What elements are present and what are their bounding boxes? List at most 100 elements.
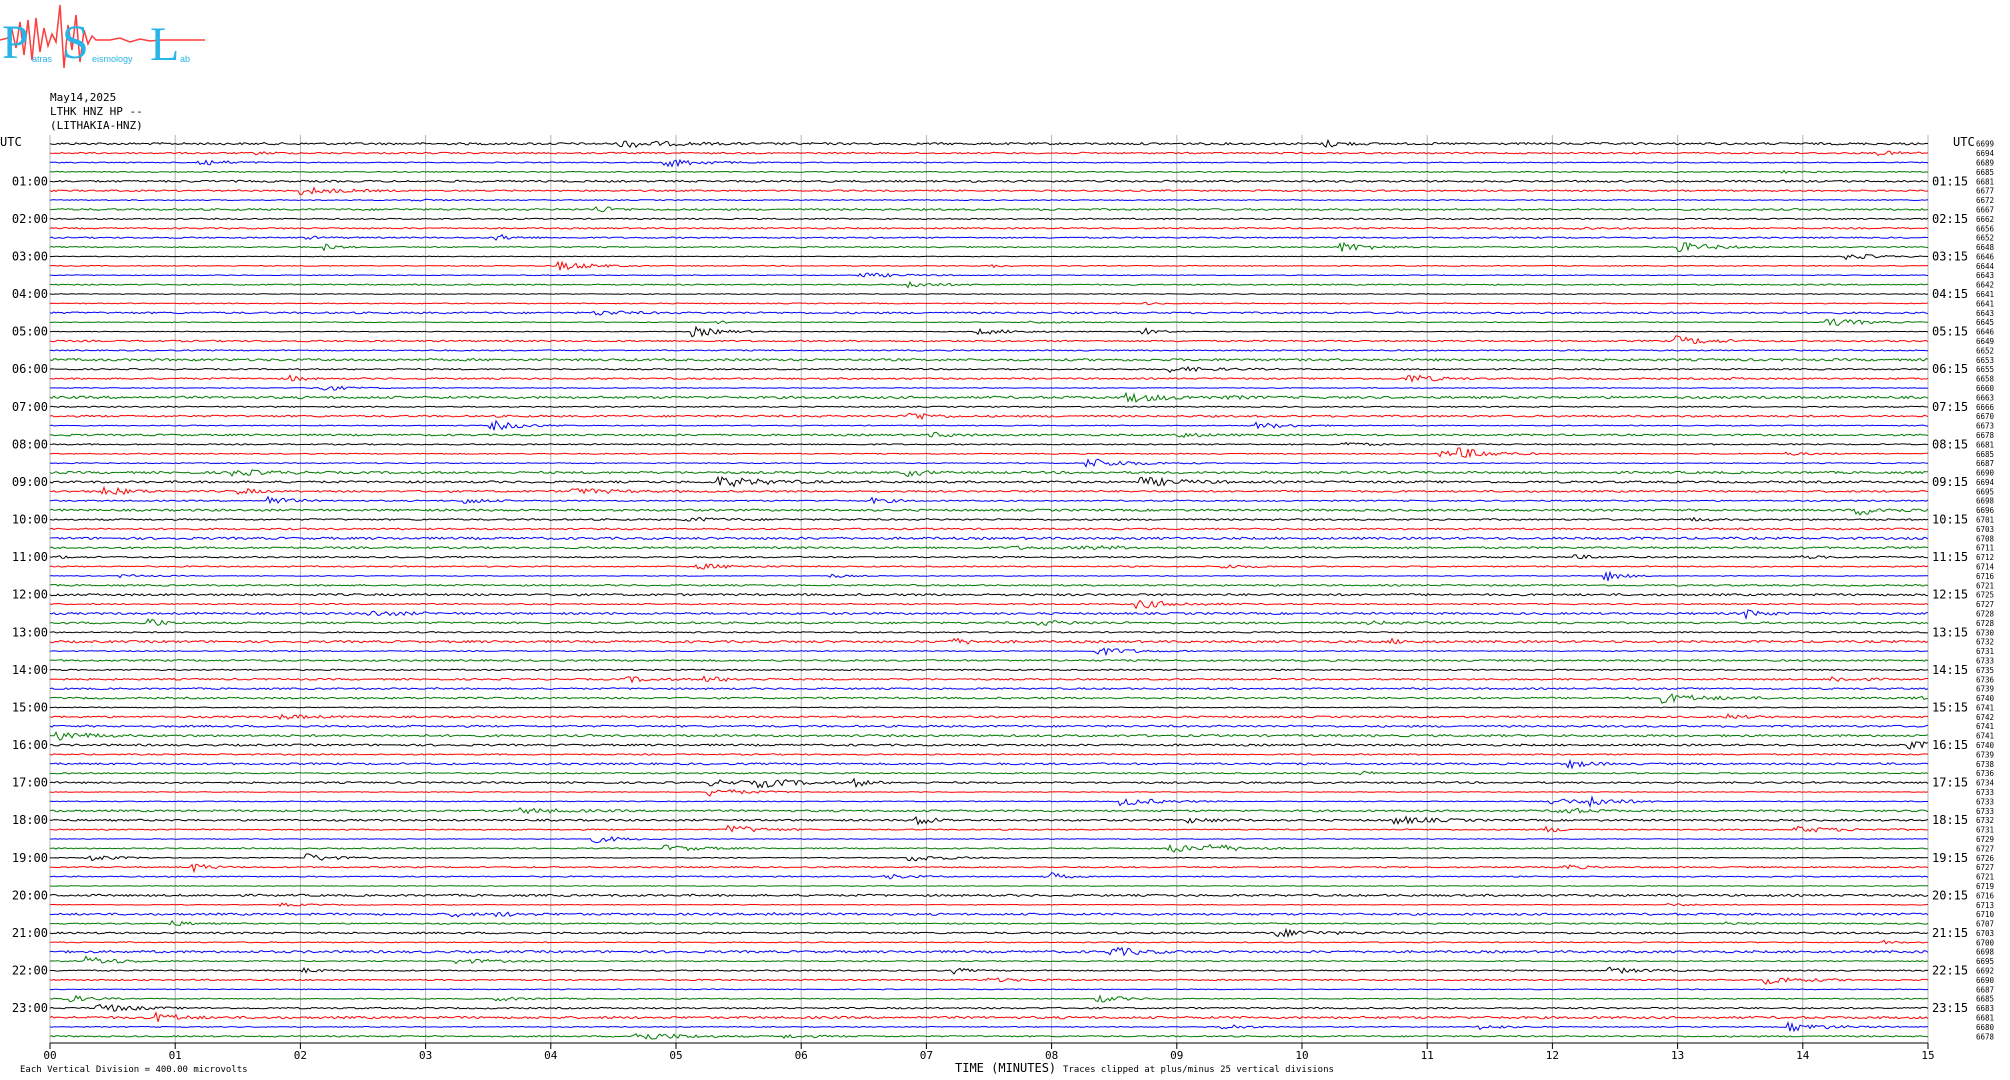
x-tick-label: 13 xyxy=(1671,1049,1684,1062)
trace-value-label: 6730 xyxy=(1976,628,1995,637)
trace-value-label: 6662 xyxy=(1976,215,1994,224)
trace-value-label: 6703 xyxy=(1976,929,1994,938)
seismic-trace xyxy=(49,186,1929,196)
seismic-trace xyxy=(49,301,1929,306)
trace-value-label: 6687 xyxy=(1976,459,1994,468)
trace-value-label: 6681 xyxy=(1976,177,1994,186)
seismic-trace xyxy=(49,469,1929,478)
trace-value-label: 6643 xyxy=(1976,271,1994,280)
x-tick-label: 14 xyxy=(1796,1049,1810,1062)
seismic-trace xyxy=(49,713,1929,721)
seismic-trace xyxy=(49,583,1929,587)
trace-value-label: 6656 xyxy=(1976,224,1995,233)
scale-note: Each Vertical Division = 400.00 microvol… xyxy=(20,1065,248,1075)
utc-hour-label-right: 05:15 xyxy=(1932,325,1968,339)
utc-hour-label-left: 22:00 xyxy=(12,964,48,978)
seismic-trace xyxy=(50,824,1929,833)
trace-value-label: 6685 xyxy=(1976,450,1994,459)
seismic-trace xyxy=(49,217,1929,221)
trace-value-label: 6742 xyxy=(1976,713,1994,722)
x-tick-label: 04 xyxy=(544,1049,558,1062)
seismic-trace xyxy=(49,391,1929,403)
seismic-trace xyxy=(50,871,1929,880)
utc-hour-label-right: 08:15 xyxy=(1932,437,1968,451)
trace-value-label: 6681 xyxy=(1976,1014,1994,1023)
seismic-trace xyxy=(49,508,1929,516)
trace-value-label: 6728 xyxy=(1976,609,1995,618)
seismic-trace xyxy=(49,385,1929,391)
trace-value-label: 6696 xyxy=(1976,506,1995,515)
seismic-trace xyxy=(49,927,1929,938)
trace-value-label: 6736 xyxy=(1976,675,1995,684)
utc-hour-label-right: 04:15 xyxy=(1932,287,1968,301)
seismic-trace xyxy=(49,179,1929,183)
seismic-trace xyxy=(49,374,1929,383)
trace-value-label: 6658 xyxy=(1976,375,1995,384)
seismic-trace xyxy=(49,807,1929,815)
utc-hour-label-left: 17:00 xyxy=(12,776,48,790)
seismic-trace xyxy=(49,706,1928,709)
seismic-trace xyxy=(49,1011,1929,1022)
seismic-trace xyxy=(49,318,1929,327)
seismic-trace xyxy=(49,310,1929,316)
trace-value-label: 6733 xyxy=(1976,656,1994,665)
seismic-trace xyxy=(49,946,1929,957)
seismic-trace xyxy=(49,777,1929,789)
trace-value-label: 6690 xyxy=(1976,469,1995,478)
utc-hour-label-right: 11:15 xyxy=(1932,550,1968,564)
trace-value-label: 6642 xyxy=(1976,281,1994,290)
trace-value-label: 6695 xyxy=(1976,957,1994,966)
seismic-trace xyxy=(50,966,1929,975)
trace-value-label: 6699 xyxy=(1976,140,1994,149)
seismic-trace xyxy=(49,441,1929,447)
seismic-trace xyxy=(49,150,1929,157)
seismic-trace xyxy=(49,419,1928,431)
seismic-trace xyxy=(49,647,1928,657)
seismic-trace xyxy=(49,893,1929,898)
seismic-trace xyxy=(49,789,1929,797)
utc-hour-label-left: 18:00 xyxy=(12,813,48,827)
trace-value-label: 6708 xyxy=(1976,534,1995,543)
trace-value-label: 6741 xyxy=(1976,722,1994,731)
utc-hour-label-right: 20:15 xyxy=(1932,888,1968,902)
trace-value-label: 6685 xyxy=(1976,168,1994,177)
utc-hour-label-right: 16:15 xyxy=(1932,738,1968,752)
utc-hour-label-left: 16:00 xyxy=(12,738,48,752)
utc-hour-label-left: 07:00 xyxy=(12,400,48,414)
seismic-trace xyxy=(49,977,1929,986)
utc-hour-label-left: 05:00 xyxy=(12,325,48,339)
seismic-trace xyxy=(49,770,1929,776)
utc-hour-label-right: 19:15 xyxy=(1932,851,1968,865)
trace-value-label: 6667 xyxy=(1976,205,1994,214)
utc-hour-label-left: 10:00 xyxy=(12,513,48,527)
trace-value-label: 6733 xyxy=(1976,807,1994,816)
trace-value-label: 6670 xyxy=(1976,412,1995,421)
utc-hour-label-left: 21:00 xyxy=(12,926,48,940)
seismic-trace xyxy=(50,325,1929,338)
utc-hour-label-right: 18:15 xyxy=(1932,813,1968,827)
trace-value-label: 6690 xyxy=(1976,976,1995,985)
trace-value-label: 6732 xyxy=(1976,638,1994,647)
utc-hour-label-left: 12:00 xyxy=(12,588,48,602)
seismic-trace xyxy=(49,988,1929,991)
trace-value-label: 6716 xyxy=(1976,891,1995,900)
trace-value-label: 6707 xyxy=(1976,920,1994,929)
trace-value-label: 6710 xyxy=(1976,910,1995,919)
trace-value-label: 6694 xyxy=(1976,478,1995,487)
trace-value-label: 6644 xyxy=(1976,262,1995,271)
trace-value-label: 6739 xyxy=(1976,750,1994,759)
trace-value-label: 6733 xyxy=(1976,788,1994,797)
utc-hour-label-left: 15:00 xyxy=(12,700,48,714)
trace-value-label: 6655 xyxy=(1976,365,1994,374)
seismic-trace xyxy=(49,1021,1929,1033)
trace-value-label: 6713 xyxy=(1976,901,1994,910)
utc-hour-label-right: 02:15 xyxy=(1932,212,1968,226)
seismic-trace xyxy=(49,911,1929,918)
trace-value-label: 6731 xyxy=(1976,647,1994,656)
trace-value-label: 6643 xyxy=(1976,309,1994,318)
trace-value-label: 6741 xyxy=(1976,732,1994,741)
x-tick-label: 05 xyxy=(669,1049,682,1062)
trace-value-label: 6711 xyxy=(1976,544,1994,553)
seismic-trace xyxy=(49,724,1929,728)
x-tick-label: 02 xyxy=(294,1049,307,1062)
